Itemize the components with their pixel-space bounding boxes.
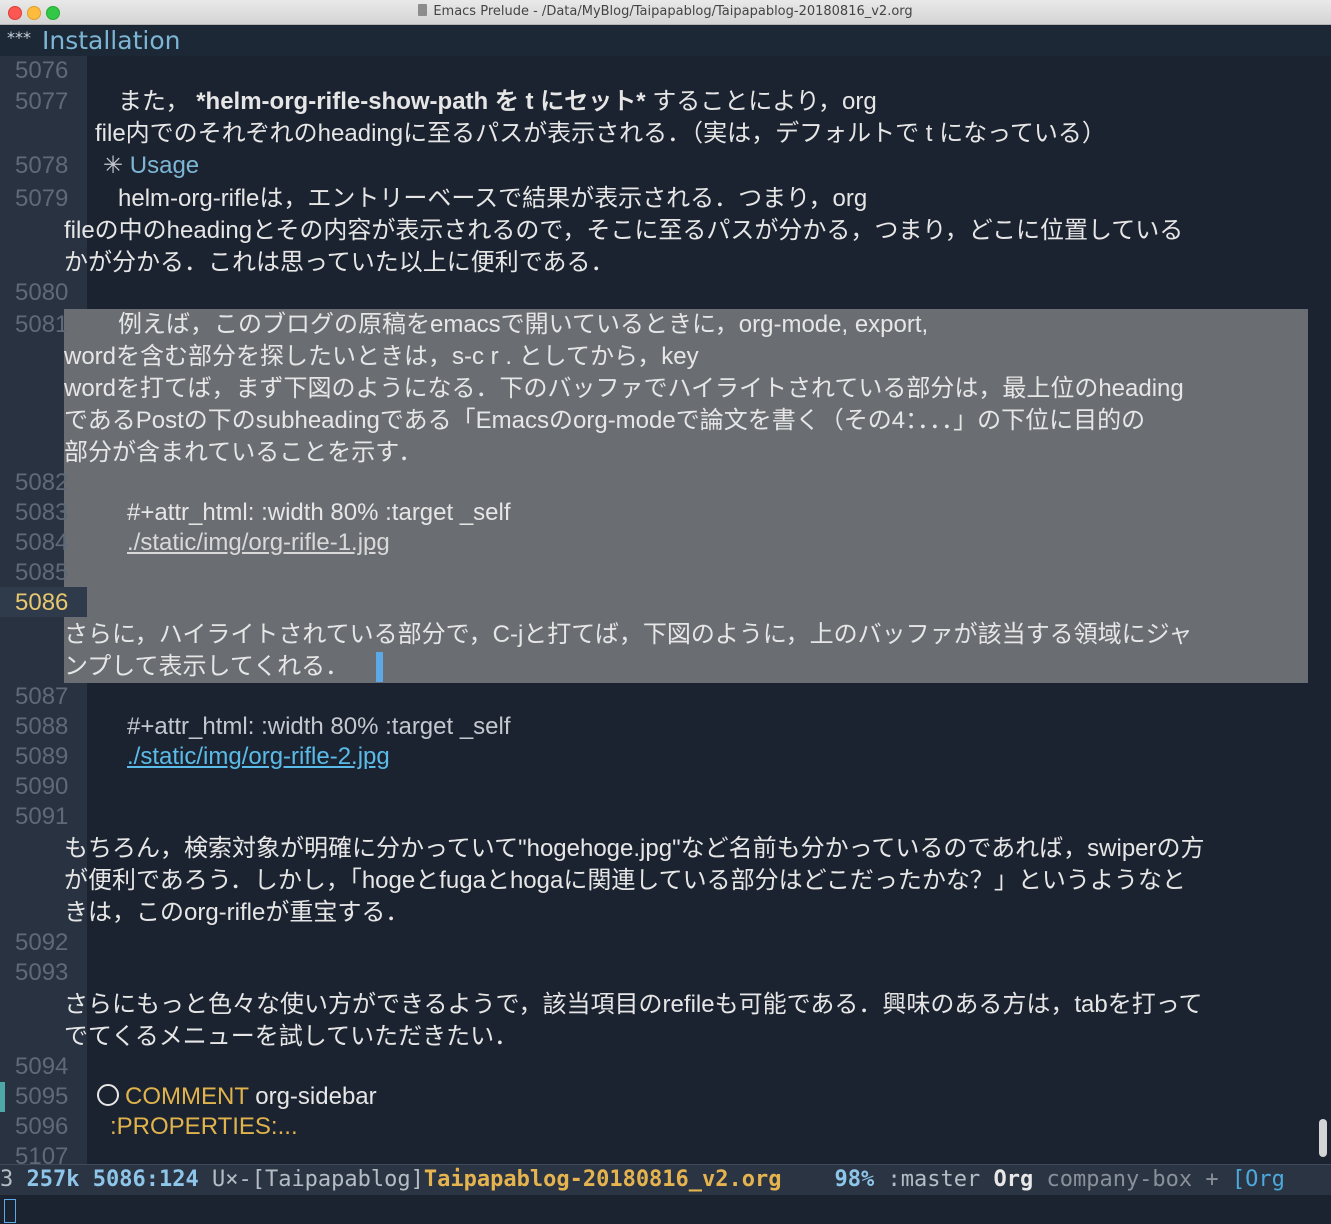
org-heading-comment[interactable]: COMMENT org-sidebar (97, 1081, 377, 1113)
line-number: 5107 (15, 1143, 69, 1164)
workspace-number: 3 (0, 1167, 14, 1192)
heading-text: org-sidebar (255, 1083, 377, 1110)
text-cursor (376, 652, 383, 682)
line-number: 5089 (15, 743, 69, 770)
line-number: 5077 (15, 88, 69, 115)
heading-text: Usage (129, 152, 200, 179)
minibuffer[interactable] (0, 1195, 1331, 1224)
line-number: 5088 (15, 713, 69, 740)
text-line: ンプして表示してくれる． (64, 653, 350, 680)
text-line: file内でのそれぞれのheadingに至るパスが表示される．（実は，デフォルト… (95, 120, 1106, 147)
image-link[interactable]: ./static/img/org-rifle-2.jpg (127, 741, 390, 773)
attr-html-line: #+attr_html: :width 80% :target _self (127, 713, 511, 740)
text-line: もちろん，検索対象が明確に分かっていて"hogehoge.jpg"など名前も分か… (64, 835, 1205, 862)
buffer-percent: 98% (834, 1167, 875, 1192)
text-line: fileの中のheadingとその内容が表示されるので，そこに至るパスが分かる，… (64, 217, 1184, 244)
text-line: であるPostの下のsubheadingである「Emacsのorg-modeで論… (64, 407, 1146, 434)
line-number: 5091 (15, 803, 69, 830)
heading-stars: *** (7, 28, 31, 47)
major-mode[interactable]: Org (993, 1167, 1033, 1192)
text-line: 例えば，このブログの原稿をemacsで開いているときに，org-mode, ex… (118, 311, 929, 338)
minor-mode[interactable]: company-box (1046, 1167, 1192, 1192)
project-name: [Taipapablog] (251, 1167, 424, 1192)
line-number: 5085 (15, 559, 69, 586)
text-line: かが分かる．これは思っていた以上に便利である． (64, 249, 615, 276)
buffer-filename: Taipapablog-20180816_v2.org (423, 1167, 782, 1192)
line-number: 5087 (15, 683, 69, 710)
text-span: また， (118, 88, 190, 115)
text-line: wordを含む部分を探したいときは，s-c r . としてから，key (64, 343, 699, 370)
minibuffer-cursor (4, 1199, 16, 1223)
fringe-change-marker (0, 1082, 5, 1112)
scrollbar-thumb[interactable] (1319, 1119, 1327, 1157)
extra-indicator: [Org (1231, 1167, 1285, 1192)
window-title-text: Emacs Prelude - /Data/MyBlog/Taipapablog… (433, 4, 913, 19)
line-number: 5093 (15, 959, 69, 986)
line-number: 5081 (15, 311, 69, 338)
line-number: 5094 (15, 1053, 69, 1080)
text-line: さらにもっと色々な使い方ができるようで，該当項目のrefileも可能である．興味… (64, 991, 1203, 1018)
text-line: でてくるメニューを試していただきたい． (64, 1023, 519, 1050)
line-number: 5076 (15, 57, 69, 84)
encoding-indicator: U×- (211, 1167, 252, 1192)
text-line: wordを打てば，まず下図のようになる．下のバッファでハイライトされている部分は… (64, 375, 1184, 402)
cursor-position: 5086:124 (92, 1167, 199, 1192)
circle-bullet-icon (97, 1084, 119, 1106)
line-number: 5082 (15, 469, 69, 496)
text-line: 部分が含まれていることを示す． (64, 439, 423, 466)
bullet-icon: ✳ (103, 152, 124, 179)
line-number-current: 5086 (15, 589, 69, 616)
bold-text: *helm-org-rifle-show-path を t にセット* (196, 88, 646, 115)
line-number: 5096 (15, 1113, 69, 1140)
line-number: 5095 (15, 1083, 69, 1110)
text-span: することにより，org (652, 88, 877, 115)
line-number: 5090 (15, 773, 69, 800)
text-line: さらに，ハイライトされている部分で，C-jと打てば，下図のように，上のバッファが… (64, 621, 1193, 648)
line-number: 5078 (15, 152, 69, 179)
attr-html-line: #+attr_html: :width 80% :target _self (127, 499, 511, 526)
comment-keyword: COMMENT (125, 1083, 249, 1110)
header-heading: Installation (42, 26, 181, 55)
org-heading-usage[interactable]: ✳ Usage (103, 150, 199, 182)
minor-mode-more[interactable]: + (1205, 1167, 1218, 1192)
header-line: *** Installation (0, 26, 1331, 56)
document-icon (418, 4, 428, 16)
git-branch: :master (887, 1167, 981, 1192)
properties-drawer[interactable]: :PROPERTIES:... (110, 1111, 298, 1143)
line-number: 5083 (15, 499, 69, 526)
mode-line: 3 257k 5086:124 U×-[Taipapablog]Taipapab… (0, 1164, 1331, 1195)
text-line: きは，このorg-rifleが重宝する． (64, 899, 410, 926)
window-titlebar: Emacs Prelude - /Data/MyBlog/Taipapablog… (0, 0, 1331, 25)
line-number: 5084 (15, 529, 69, 556)
line-number: 5092 (15, 929, 69, 956)
image-link[interactable]: ./static/img/org-rifle-1.jpg (127, 527, 390, 559)
text-line: が便利であろう．しかし，「hogeとfugaとhogaに関連している部分はどこだ… (64, 867, 1186, 894)
buffer-size: 257k (26, 1167, 80, 1192)
line-number: 5080 (15, 279, 69, 306)
window-title: Emacs Prelude - /Data/MyBlog/Taipapablog… (0, 4, 1331, 19)
line-number: 5079 (15, 185, 69, 212)
text-line: helm-org-rifleは，エントリーベースで結果が表示される．つまり，or… (118, 185, 868, 212)
text-line: また， *helm-org-rifle-show-path を t にセット* … (118, 86, 877, 118)
